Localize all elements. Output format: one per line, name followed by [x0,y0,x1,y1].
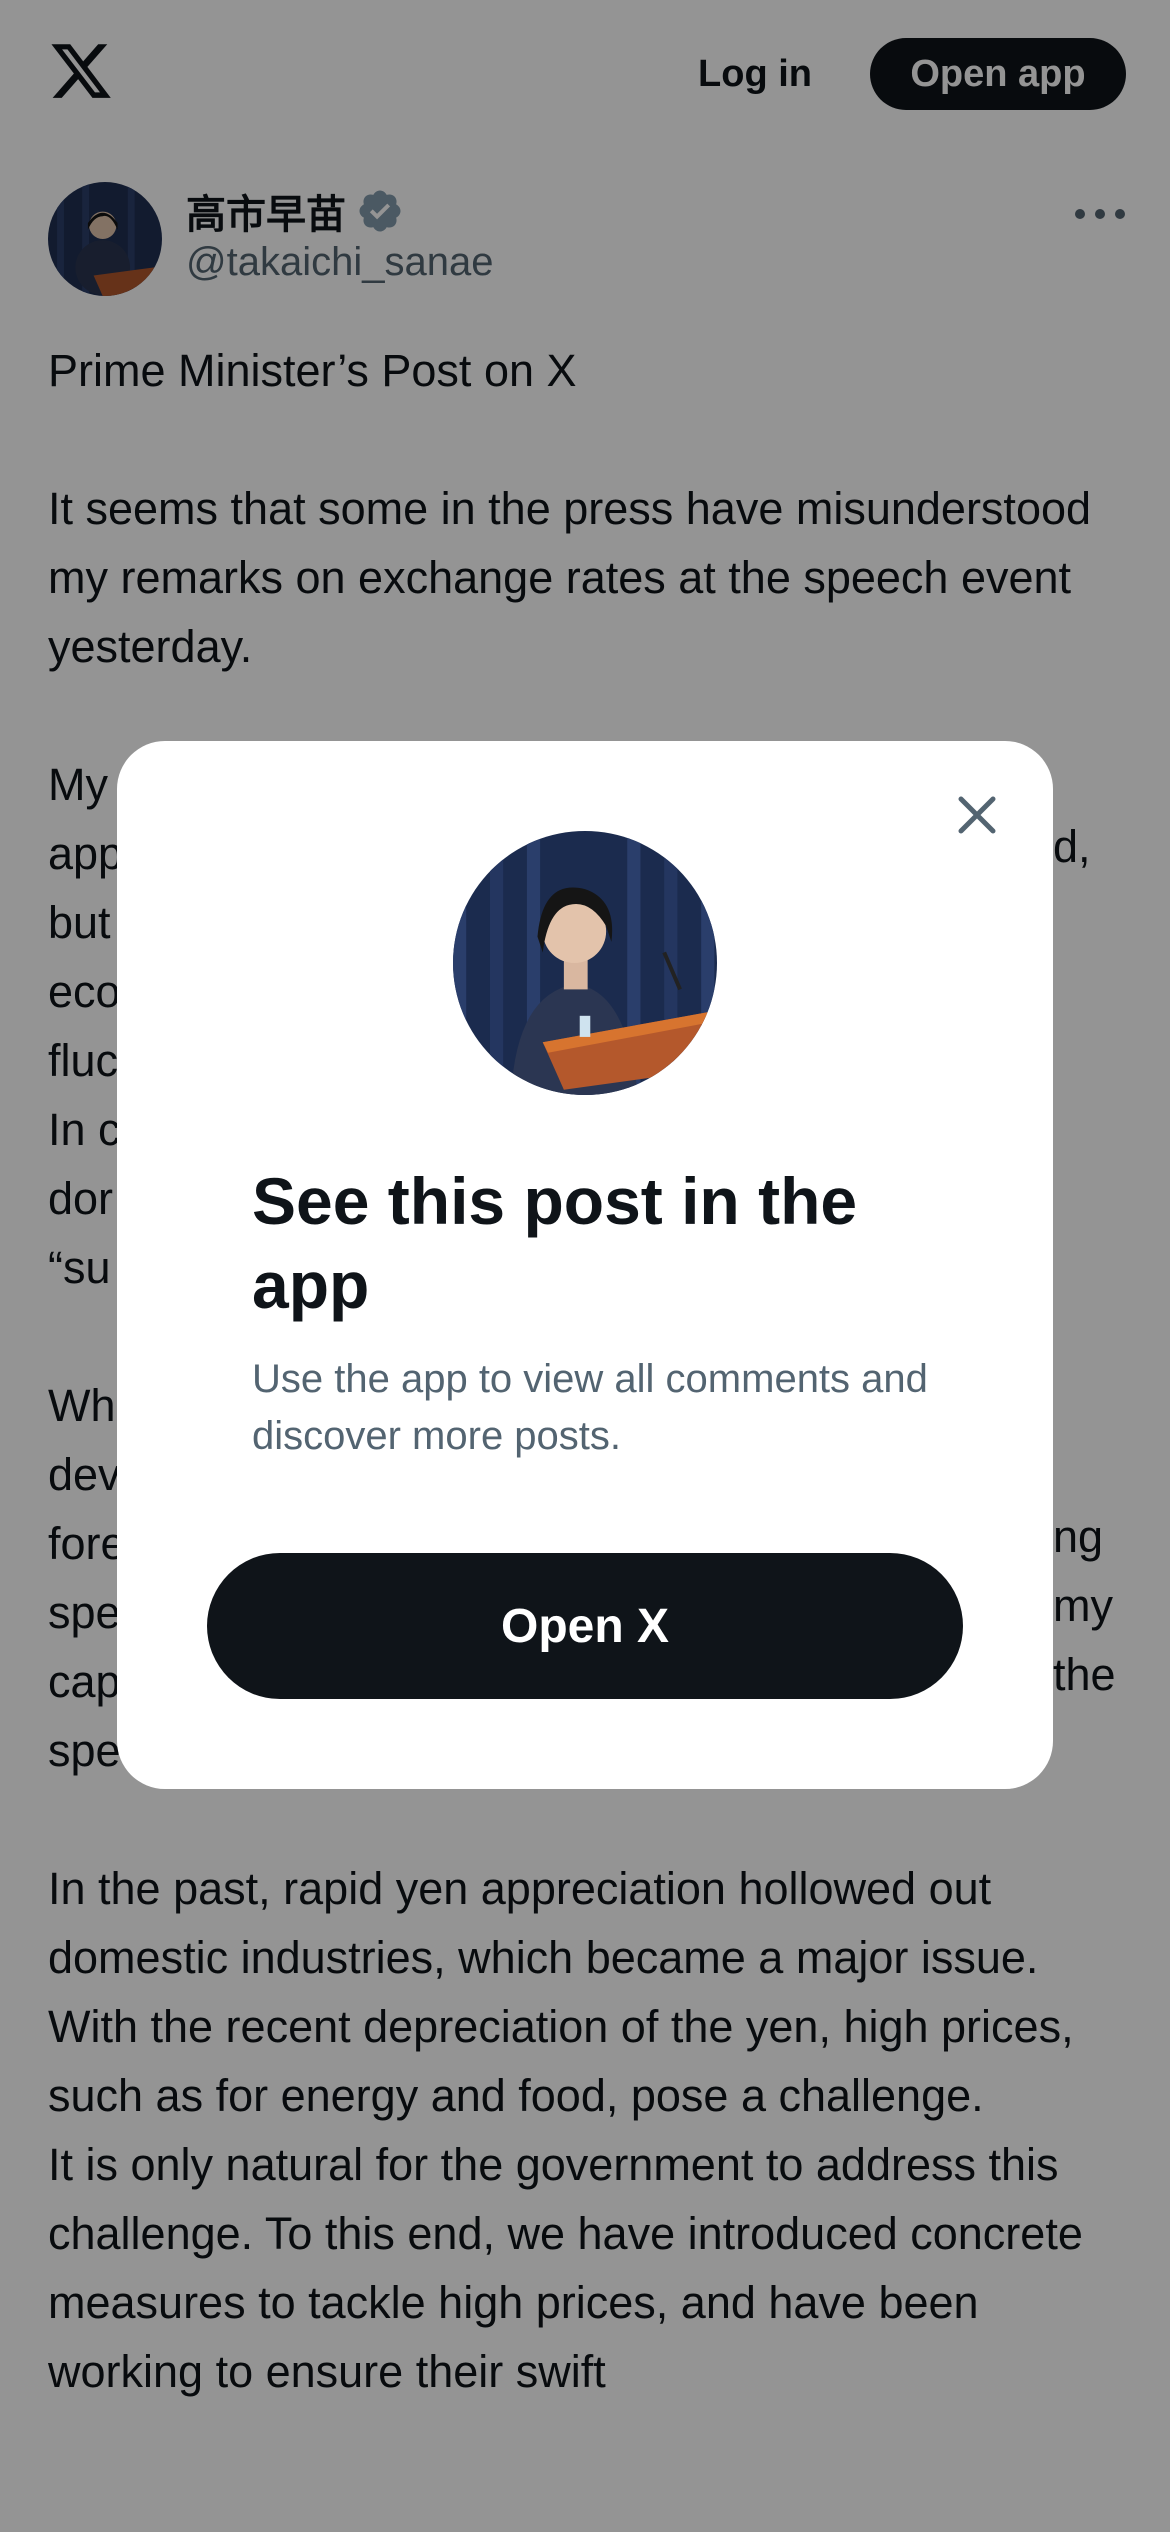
open-in-app-modal: See this post in the app Use the app to … [117,741,1053,1789]
open-x-button[interactable]: Open X [207,1553,963,1699]
modal-title: See this post in the app [252,1164,858,1322]
modal-subtitle: Use the app to view all comments and dis… [252,1357,928,1458]
modal-author-avatar [453,831,717,1095]
close-icon [958,796,996,834]
close-modal-button[interactable] [947,785,1007,845]
